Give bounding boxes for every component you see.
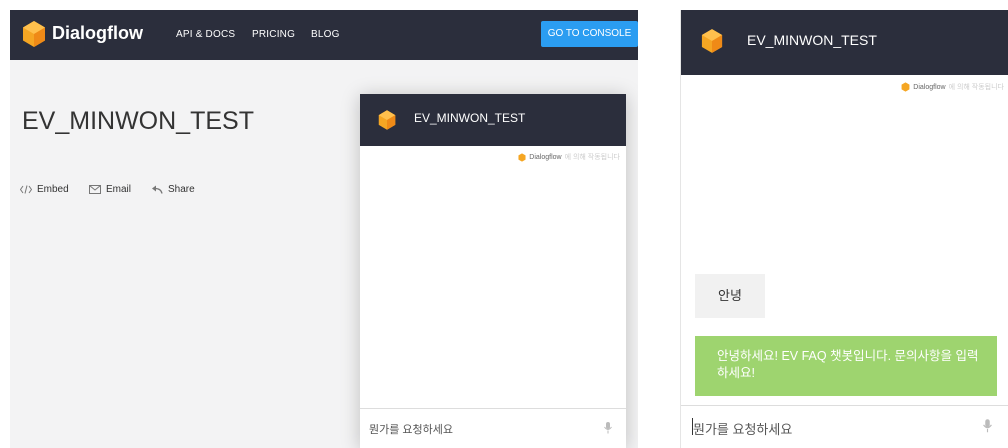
- nav-link-api-docs[interactable]: API & DOCS: [176, 29, 235, 40]
- widget-title: EV_MINWON_TEST: [414, 111, 526, 125]
- microphone-icon[interactable]: [604, 421, 612, 439]
- chat-title: EV_MINWON_TEST: [747, 32, 877, 48]
- powered-brand: Dialogflow: [529, 153, 562, 161]
- brand-name[interactable]: Dialogflow: [52, 23, 143, 44]
- powered-by-dialogflow: Dialogflow 에 의해 작동됩니다: [901, 82, 1004, 92]
- dialogflow-logo-icon[interactable]: [22, 20, 46, 53]
- chat-input-bar: 뭔가를 요청하세요: [681, 405, 1008, 448]
- powered-suffix: 에 의해 작동됩니다: [948, 84, 1004, 91]
- share-action[interactable]: Share: [151, 184, 195, 195]
- dialogflow-logo-icon: [378, 109, 396, 136]
- envelope-icon: [89, 185, 101, 194]
- share-arrow-icon: [151, 185, 163, 194]
- agent-title: EV_MINWON_TEST: [22, 107, 254, 135]
- widget-header: EV_MINWON_TEST: [360, 94, 626, 146]
- email-action[interactable]: Email: [89, 184, 131, 195]
- chat-widget-preview: EV_MINWON_TEST Dialogflow 에 의해 작동됩니다 뭔가를…: [360, 94, 626, 448]
- dialogflow-web-demo-page: Dialogflow API & DOCS PRICING BLOG GO TO…: [10, 10, 638, 448]
- widget-query-input[interactable]: 뭔가를 요청하세요: [369, 421, 453, 437]
- embed-action[interactable]: Embed: [20, 184, 69, 195]
- widget-input-bar: 뭔가를 요청하세요: [360, 408, 626, 448]
- dialogflow-mini-logo-icon: [518, 152, 526, 162]
- code-icon: [20, 185, 32, 194]
- go-to-console-button[interactable]: GO TO CONSOLE: [541, 21, 638, 47]
- email-label: Email: [106, 184, 132, 195]
- chat-header: EV_MINWON_TEST: [681, 10, 1008, 75]
- embed-label: Embed: [37, 184, 69, 195]
- bot-message-bubble: 안녕하세요! EV FAQ 챗봇입니다. 문의사항을 입력하세요!: [695, 336, 997, 396]
- share-label: Share: [168, 184, 195, 195]
- nav-link-blog[interactable]: BLOG: [311, 29, 340, 40]
- chat-conversation-panel: EV_MINWON_TEST Dialogflow 에 의해 작동됩니다 안녕 …: [680, 10, 1008, 448]
- top-navigation-bar: Dialogflow API & DOCS PRICING BLOG GO TO…: [10, 10, 638, 60]
- nav-link-pricing[interactable]: PRICING: [252, 29, 295, 40]
- microphone-icon[interactable]: [983, 419, 992, 438]
- dialogflow-logo-icon: [701, 28, 723, 59]
- powered-by-dialogflow: Dialogflow 에 의해 작동됩니다: [518, 152, 620, 162]
- powered-brand: Dialogflow: [913, 83, 946, 91]
- dialogflow-mini-logo-icon: [901, 82, 910, 92]
- chat-query-input[interactable]: 뭔가를 요청하세요: [693, 419, 792, 438]
- powered-suffix: 에 의해 작동됩니다: [564, 154, 620, 161]
- user-message-bubble: 안녕: [695, 274, 765, 318]
